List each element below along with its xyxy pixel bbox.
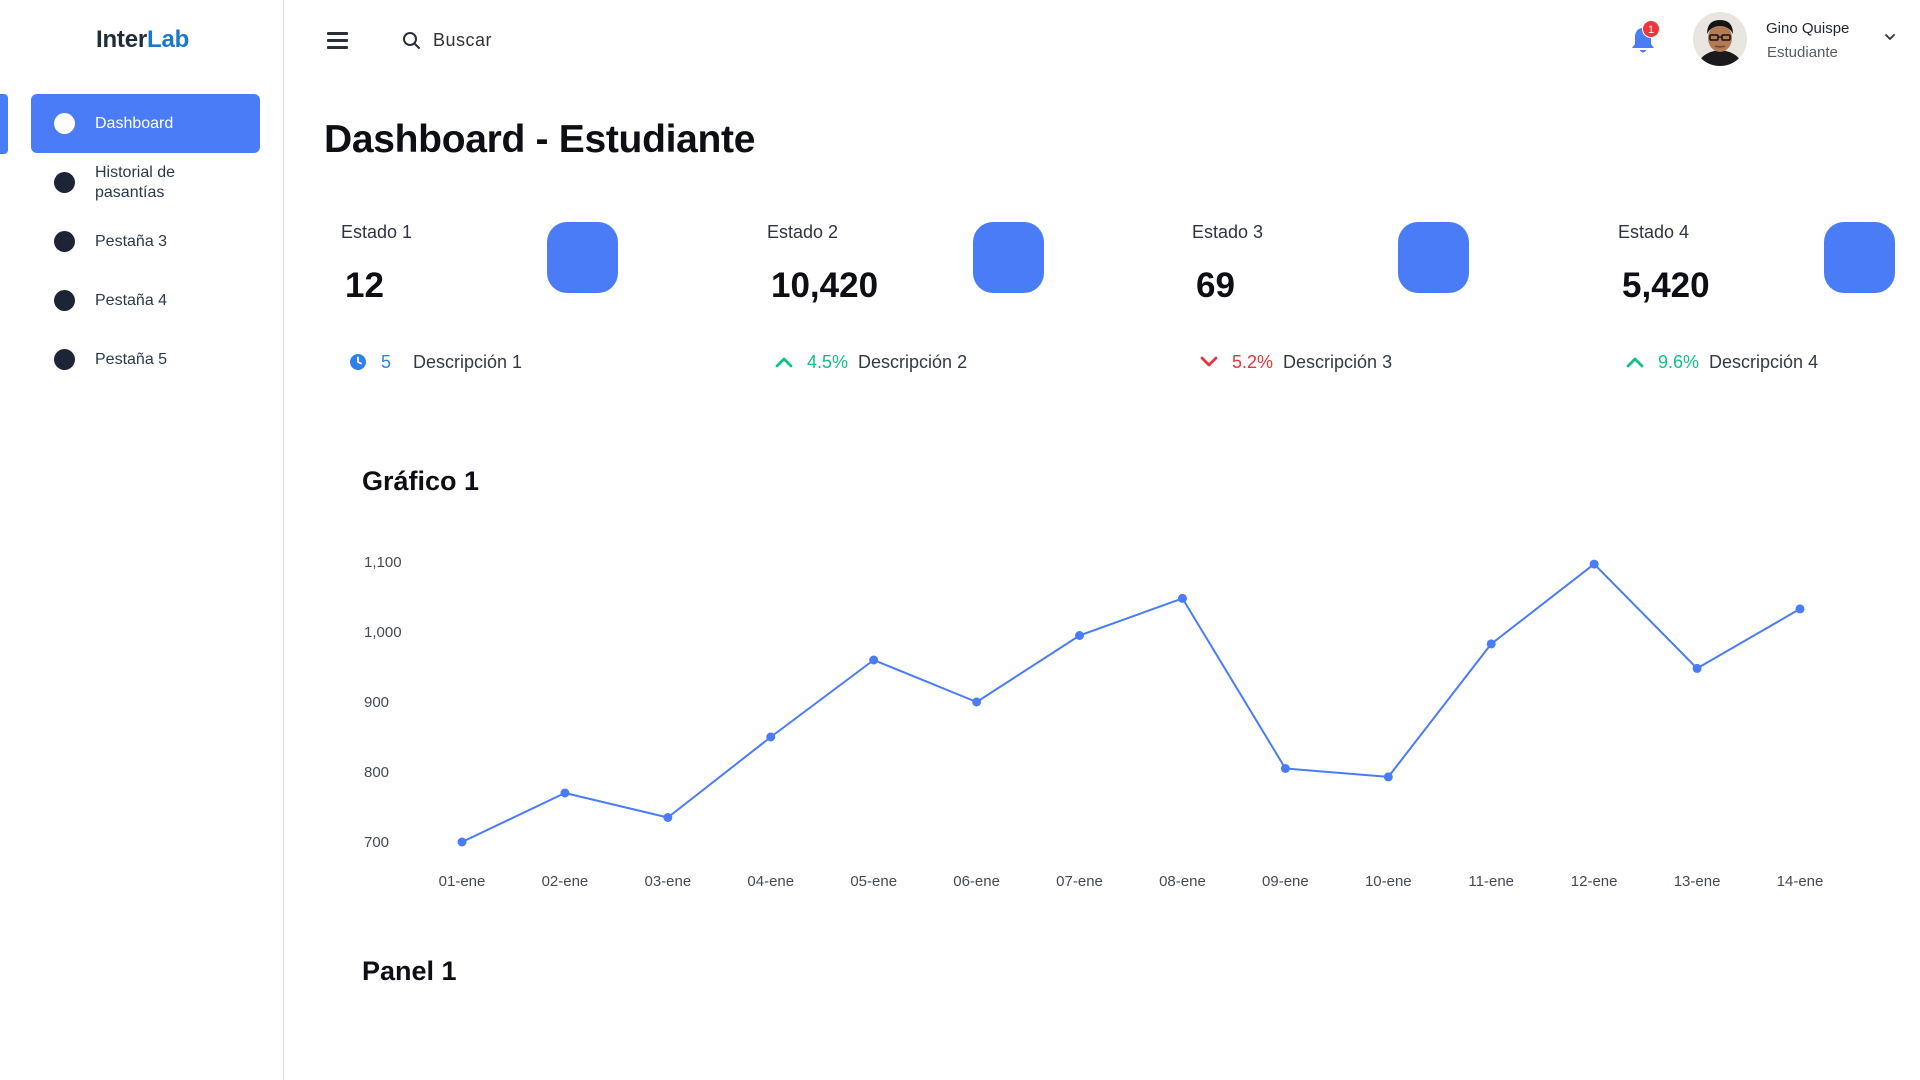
chevron-down-icon[interactable] — [1884, 32, 1896, 42]
sidebar-nav: Dashboard Historial de pasantías Pestaña… — [31, 94, 260, 389]
logo-text-inter: Inter — [96, 26, 148, 53]
arrow-up-icon — [1624, 352, 1646, 372]
y-tick-label: 1,000 — [364, 624, 402, 641]
data-point[interactable] — [1589, 559, 1599, 569]
stat-description: Descripción 2 — [858, 351, 968, 372]
y-tick-label: 900 — [364, 694, 389, 711]
data-point[interactable] — [1280, 764, 1290, 773]
stat-label: Estado 3 — [1192, 222, 1264, 242]
page-title: Dashboard - Estudiante — [324, 118, 756, 161]
x-tick-label: 09-ene — [1262, 873, 1309, 890]
sidebar-item-historial[interactable]: Historial de pasantías — [31, 153, 260, 212]
stat-description: Descripción 3 — [1283, 351, 1393, 372]
line-chart: 700 800 900 1,000 1,100 01-ene 02-ene 03-ene 04-… — [364, 554, 1824, 890]
sidebar-item-label: Pestaña 5 — [95, 350, 168, 368]
stat-label: Estado 4 — [1618, 222, 1690, 242]
data-point[interactable] — [766, 732, 776, 742]
stat-value: 5,420 — [1622, 266, 1710, 305]
data-point[interactable] — [457, 837, 467, 847]
y-tick-label: 800 — [364, 764, 389, 781]
stat-footer: 5 Descripción 1 — [347, 350, 522, 374]
x-tick-label: 13-ene — [1674, 873, 1721, 890]
x-tick-label: 01-ene — [439, 873, 486, 890]
search-icon — [403, 32, 420, 49]
data-point[interactable] — [972, 697, 982, 707]
chart-title: Gráfico 1 — [362, 466, 480, 496]
user-name: Gino Quispe — [1766, 20, 1850, 37]
sidebar-item-pestana-5[interactable]: Pestaña 5 — [31, 330, 260, 389]
stat-icon-box — [1398, 222, 1469, 293]
sidebar-item-pestana-3[interactable]: Pestaña 3 — [31, 212, 260, 271]
data-point[interactable] — [1383, 772, 1393, 782]
hamburger-menu-icon[interactable] — [326, 30, 350, 50]
data-point[interactable] — [560, 788, 570, 798]
stat-icon-box — [1824, 222, 1895, 293]
search-input[interactable] — [433, 26, 733, 54]
stat-delta: 5.2% — [1232, 351, 1274, 372]
x-tick-label: 11-ene — [1468, 873, 1514, 890]
stat-label: Estado 2 — [767, 222, 839, 242]
x-tick-label: 07-ene — [1056, 873, 1103, 890]
stat-delta: 5 — [381, 351, 392, 372]
x-tick-label: 08-ene — [1159, 873, 1206, 890]
data-point[interactable] — [1177, 593, 1187, 603]
avatar[interactable] — [1693, 12, 1747, 66]
arrow-down-icon — [1198, 352, 1220, 372]
data-point[interactable] — [1075, 631, 1085, 640]
stat-footer: 9.6% Descripción 4 — [1624, 350, 1818, 374]
x-tick-label: 02-ene — [542, 873, 589, 890]
sidebar-item-label: Dashboard — [95, 114, 174, 132]
data-point[interactable] — [1486, 639, 1496, 649]
x-tick-label: 06-ene — [953, 873, 1000, 890]
circle-icon — [54, 290, 75, 311]
clock-icon — [347, 352, 369, 372]
y-tick-label: 1,100 — [364, 554, 402, 571]
data-point[interactable] — [663, 813, 673, 822]
stat-card: Estado 4 5,420 9.6% Descripción 4 — [1602, 216, 1920, 376]
stat-card: Estado 2 10,420 4.5% Descripción 2 — [751, 216, 1151, 376]
data-point[interactable] — [869, 655, 879, 665]
notification-badge: 1 — [1642, 20, 1660, 38]
stat-value: 69 — [1196, 266, 1235, 305]
stat-delta: 9.6% — [1658, 351, 1700, 372]
circle-icon — [54, 172, 75, 193]
panel-title: Panel 1 — [362, 956, 457, 986]
app-logo[interactable]: InterLab — [96, 26, 189, 54]
data-point[interactable] — [1795, 604, 1805, 614]
stat-delta: 4.5% — [807, 351, 849, 372]
sidebar-item-dashboard[interactable]: Dashboard — [31, 94, 260, 153]
stat-value: 10,420 — [771, 266, 879, 305]
logo-text-lab: Lab — [147, 26, 190, 53]
y-tick-label: 700 — [364, 834, 389, 851]
x-tick-label: 14-ene — [1777, 873, 1824, 890]
stat-description: Descripción 1 — [413, 351, 523, 372]
x-tick-label: 03-ene — [644, 873, 691, 890]
active-nav-indicator — [0, 94, 8, 154]
sidebar-item-label: Pestaña 4 — [95, 291, 168, 309]
stat-description: Descripción 4 — [1709, 351, 1819, 372]
stat-icon-box — [973, 222, 1044, 293]
user-role: Estudiante — [1767, 44, 1838, 61]
sidebar-item-label: Pestaña 3 — [95, 232, 168, 250]
x-tick-label: 04-ene — [747, 873, 794, 890]
sidebar: InterLab Dashboard Historial de pasantía… — [0, 0, 284, 1080]
stat-value: 12 — [345, 266, 384, 305]
x-tick-label: 12-ene — [1571, 873, 1618, 890]
stat-footer: 5.2% Descripción 3 — [1198, 350, 1392, 374]
x-tick-label: 10-ene — [1365, 873, 1412, 890]
sidebar-item-pestana-4[interactable]: Pestaña 4 — [31, 271, 260, 330]
stat-card: Estado 1 12 5 Descripción 1 — [325, 216, 725, 376]
data-point[interactable] — [1692, 663, 1702, 673]
x-tick-label: 05-ene — [850, 873, 897, 890]
arrow-up-icon — [773, 352, 795, 372]
stat-card: Estado 3 69 5.2% Descripción 3 — [1176, 216, 1576, 376]
circle-icon — [54, 349, 75, 370]
circle-icon — [54, 231, 75, 252]
series-line — [461, 563, 1801, 843]
stat-icon-box — [547, 222, 618, 293]
stat-footer: 4.5% Descripción 2 — [773, 350, 967, 374]
stat-label: Estado 1 — [341, 222, 413, 242]
circle-icon — [54, 113, 75, 134]
sidebar-item-label: Historial de pasantías — [95, 163, 176, 201]
